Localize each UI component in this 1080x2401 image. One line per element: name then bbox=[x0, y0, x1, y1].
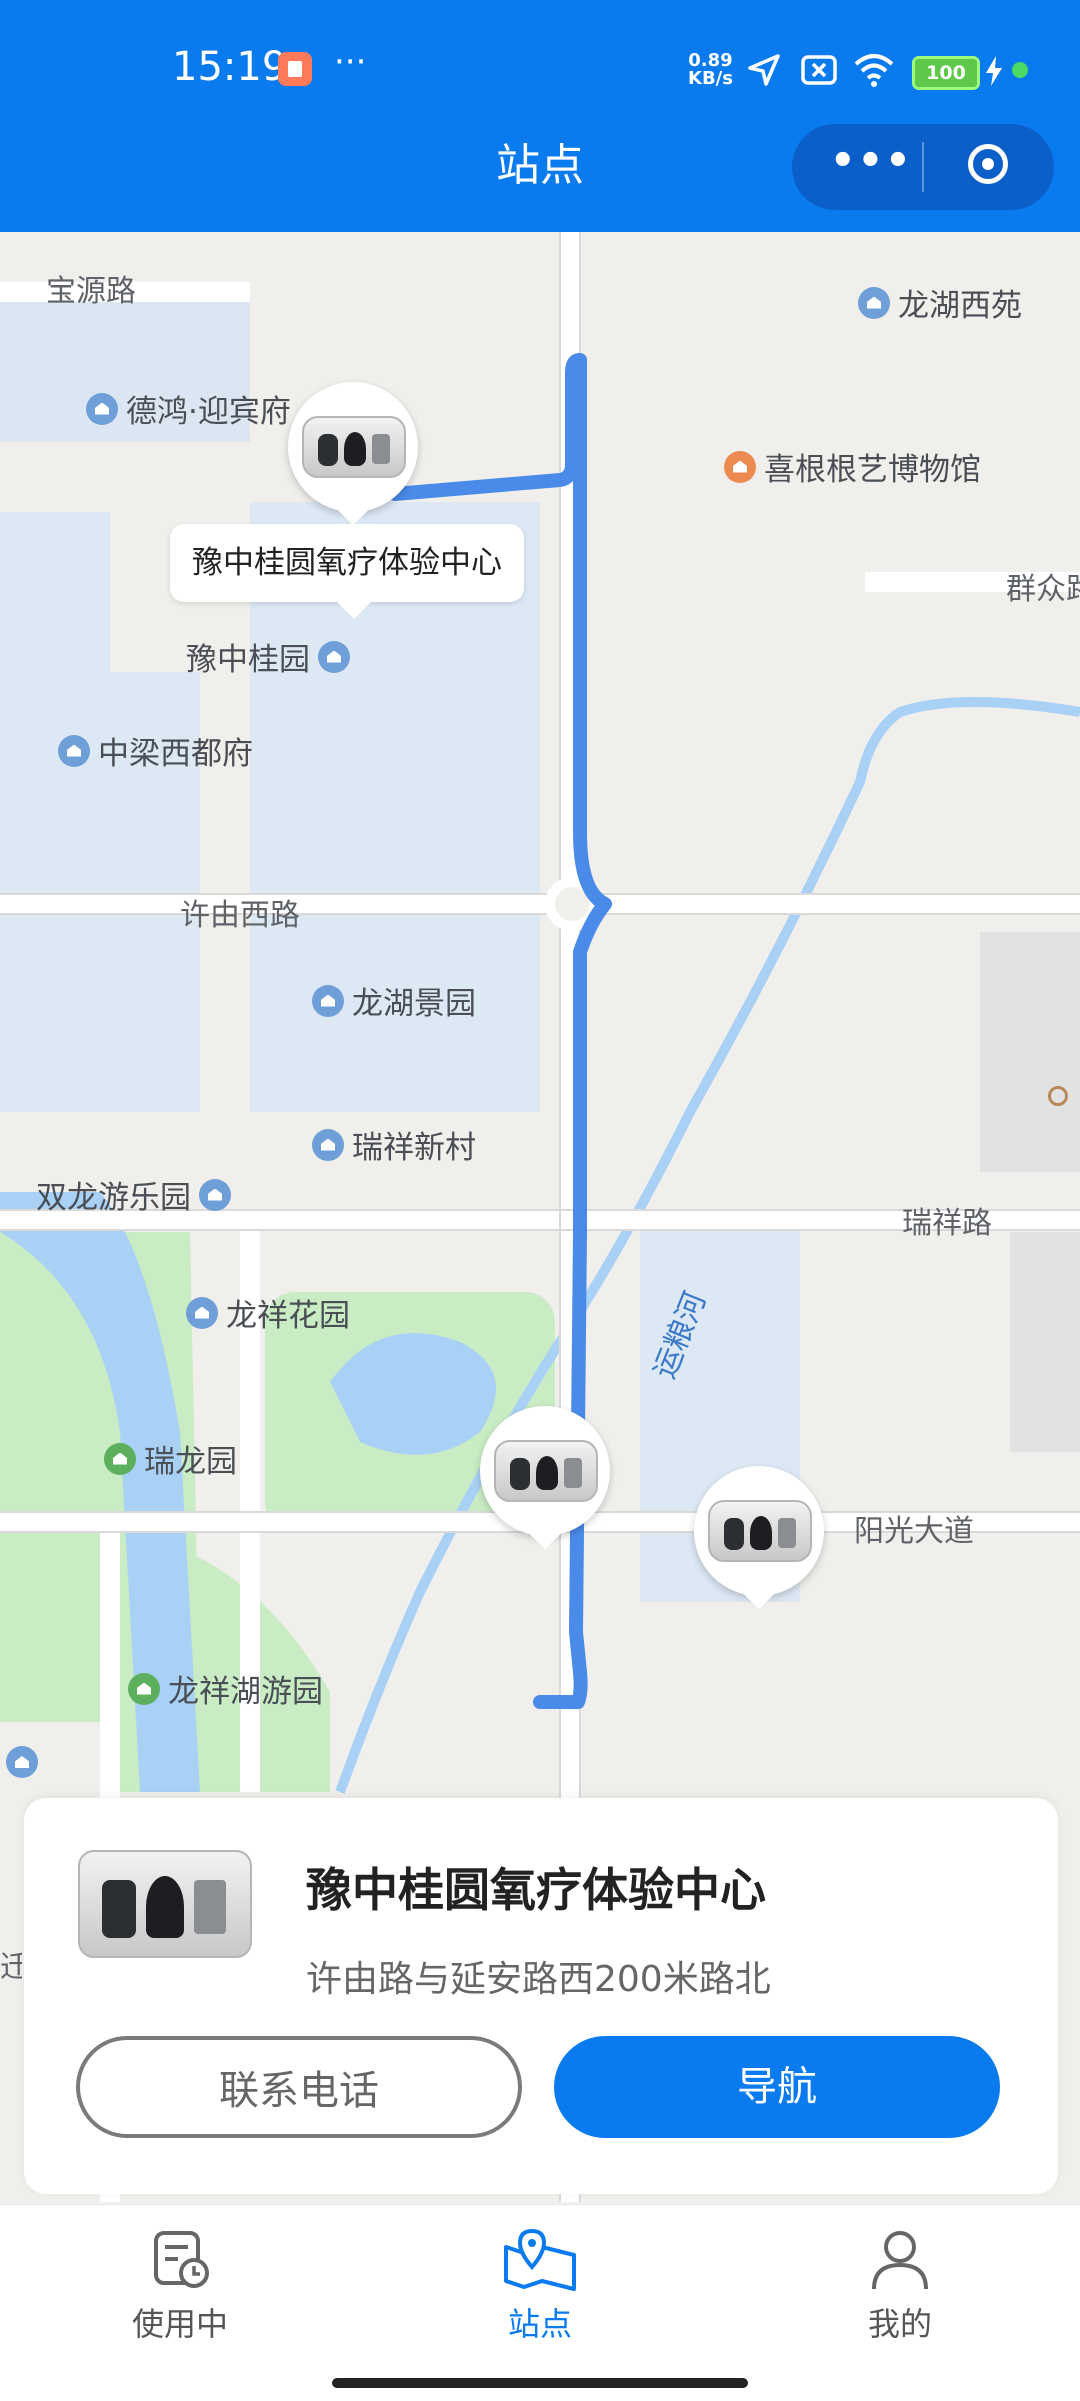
poi-ruixiang-xincun[interactable]: 瑞祥新村 bbox=[312, 1122, 476, 1167]
status-bar: 15:19 ··· 0.89 KB/s 100 bbox=[0, 0, 1080, 140]
poi-longhu-xiyuan[interactable]: 龙湖西苑 bbox=[858, 280, 1022, 325]
station-pin-selected[interactable] bbox=[288, 382, 418, 532]
navigate-button[interactable]: 导航 bbox=[554, 2036, 1000, 2138]
oxygen-machine-icon bbox=[494, 1440, 598, 1502]
poi-longhu-jingyuan[interactable]: 龙湖景园 bbox=[312, 978, 476, 1023]
poi-label: 豫中桂园 bbox=[186, 642, 310, 678]
poi-xigengen-museum[interactable]: 喜根根艺博物馆 bbox=[724, 444, 981, 489]
station-name: 豫中桂圆氧疗体验中心 bbox=[306, 1863, 766, 1917]
residential-icon bbox=[58, 734, 90, 767]
road-label-qunzhong: 群众路 bbox=[1006, 572, 1080, 607]
ferris-wheel-icon bbox=[199, 1178, 231, 1211]
road-label-ruixiang: 瑞祥路 bbox=[902, 1206, 992, 1241]
tab-label: 站点 bbox=[507, 2305, 572, 2343]
residential-icon bbox=[86, 392, 118, 425]
residential-icon bbox=[858, 286, 890, 319]
oxygen-machine-icon bbox=[708, 1500, 812, 1562]
edge-label: 迁 bbox=[0, 1950, 22, 1985]
person-icon bbox=[872, 2231, 928, 2290]
poi-longxiang-lake[interactable]: 龙祥湖游园 bbox=[128, 1666, 323, 1711]
mini-program-capsule: ••• bbox=[792, 124, 1054, 210]
residential-icon bbox=[186, 1296, 218, 1329]
network-speed: 0.89 KB/s bbox=[688, 52, 733, 88]
residential-icon bbox=[318, 640, 350, 673]
more-notifications-icon: ··· bbox=[334, 42, 367, 82]
location-arrow-icon bbox=[748, 54, 780, 86]
receipt-clock-icon bbox=[154, 2231, 209, 2288]
poi-longxiang-huayuan[interactable]: 龙祥花园 bbox=[186, 1290, 350, 1335]
target-icon[interactable] bbox=[968, 144, 1008, 184]
charging-icon bbox=[986, 56, 1002, 86]
sim-off-icon bbox=[801, 55, 837, 85]
poi-dot-icon bbox=[1048, 1086, 1068, 1106]
notification-icon bbox=[278, 52, 312, 86]
road-label-baoyuan: 宝源路 bbox=[46, 274, 136, 309]
poi-shuanglong-park[interactable]: 双龙游乐园 bbox=[36, 1172, 231, 1217]
museum-icon bbox=[724, 450, 756, 483]
poi-ruilong[interactable]: 瑞龙园 bbox=[104, 1436, 237, 1481]
tab-in-use[interactable]: 使用中 bbox=[80, 2227, 280, 2345]
poi-zhongliang[interactable]: 中梁西都府 bbox=[58, 728, 253, 773]
wifi-icon bbox=[854, 54, 894, 87]
poi-label: 中梁西都府 bbox=[98, 736, 253, 772]
oxygen-machine-icon bbox=[302, 416, 406, 478]
station-pin[interactable] bbox=[480, 1406, 610, 1556]
station-address: 许由路与延安路西200米路北 bbox=[306, 1959, 771, 2000]
network-speed-unit: KB/s bbox=[688, 68, 733, 89]
poi-label: 瑞祥新村 bbox=[352, 1130, 476, 1166]
poi-label: 龙祥花园 bbox=[226, 1298, 350, 1334]
station-machine-image bbox=[78, 1850, 252, 1958]
tree-icon bbox=[128, 1672, 160, 1705]
poi-yuzhong-guiyuan[interactable]: 豫中桂园 bbox=[186, 634, 350, 679]
tab-label: 我的 bbox=[867, 2305, 932, 2343]
more-dots-icon[interactable]: ••• bbox=[830, 138, 913, 184]
poi-label: 龙祥湖游园 bbox=[168, 1674, 323, 1710]
road-label-yangguang: 阳光大道 bbox=[854, 1514, 974, 1549]
tab-stations[interactable]: 站点 bbox=[440, 2227, 640, 2345]
residential-icon bbox=[312, 1128, 344, 1161]
poi-label: 喜根根艺博物馆 bbox=[764, 452, 981, 488]
park-icon bbox=[104, 1442, 136, 1475]
poi-label: 双龙游乐园 bbox=[36, 1180, 191, 1216]
residential-icon bbox=[6, 1746, 38, 1778]
contact-phone-button[interactable]: 联系电话 bbox=[76, 2036, 522, 2138]
tab-label: 使用中 bbox=[131, 2305, 228, 2343]
station-info-card: 豫中桂圆氧疗体验中心 许由路与延安路西200米路北 联系电话 导航 bbox=[24, 1798, 1058, 2194]
road-label-xuyou-west: 许由西路 bbox=[180, 898, 300, 933]
status-time: 15:19 bbox=[172, 44, 288, 90]
tab-mine[interactable]: 我的 bbox=[800, 2227, 1000, 2345]
bottom-tab-bar: 使用中 站点 我的 bbox=[0, 2204, 1080, 2401]
recording-dot bbox=[1012, 62, 1028, 78]
poi-dehong[interactable]: 德鸿·迎宾府 bbox=[86, 386, 291, 431]
map-pin-icon bbox=[504, 2228, 576, 2291]
poi-label: 龙湖西苑 bbox=[898, 288, 1022, 324]
capsule-divider bbox=[922, 142, 924, 192]
station-callout[interactable]: 豫中桂圆氧疗体验中心 bbox=[170, 524, 524, 602]
battery-indicator: 100 bbox=[912, 56, 980, 90]
poi-label: 龙湖景园 bbox=[352, 986, 476, 1022]
residential-icon bbox=[312, 984, 344, 1017]
home-indicator[interactable] bbox=[332, 2378, 748, 2388]
app-header: 15:19 ··· 0.89 KB/s 100 站点 ••• bbox=[0, 0, 1080, 232]
poi-label: 德鸿·迎宾府 bbox=[126, 394, 291, 430]
station-pin[interactable] bbox=[694, 1466, 824, 1616]
poi-label: 瑞龙园 bbox=[144, 1444, 237, 1480]
